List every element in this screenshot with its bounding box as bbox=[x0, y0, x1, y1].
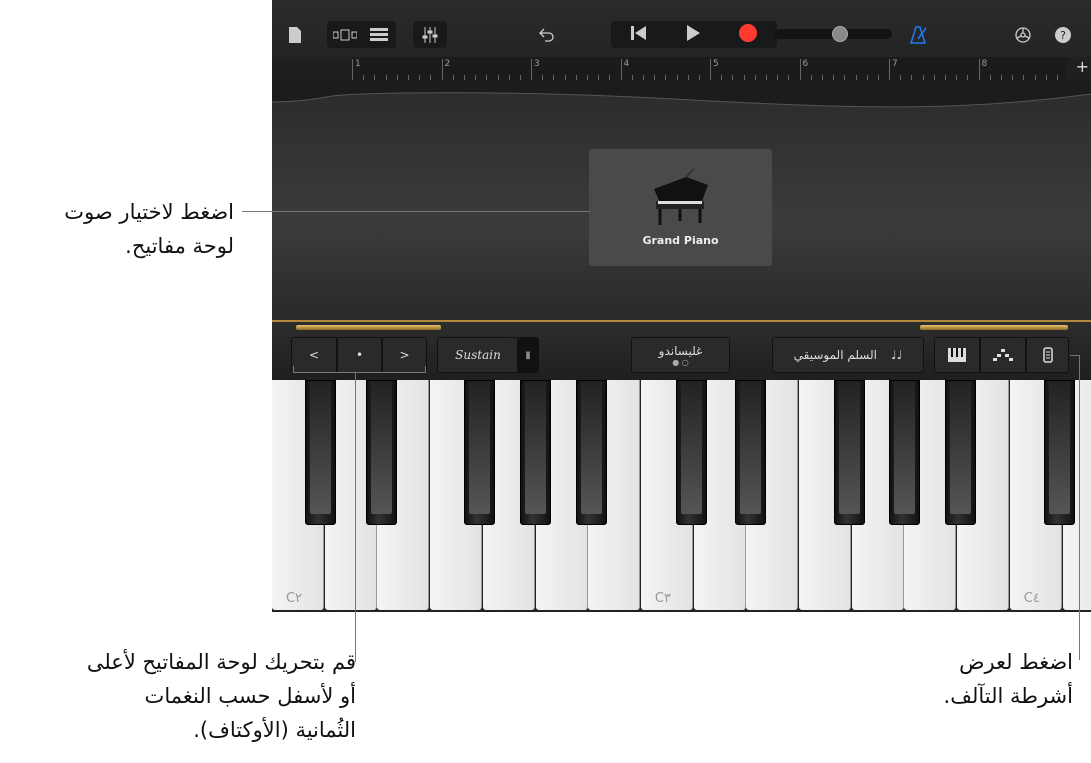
svg-text:?: ? bbox=[1060, 29, 1066, 42]
scale-label: السلم الموسيقي bbox=[793, 348, 877, 362]
black-key[interactable] bbox=[945, 380, 976, 525]
undo-icon[interactable] bbox=[534, 21, 560, 48]
ruler-bar-7: 7 bbox=[889, 59, 898, 80]
timeline-ruler[interactable]: 1 2 3 4 5 6 7 8 bbox=[352, 57, 1067, 80]
octave-up-button[interactable]: > bbox=[382, 337, 427, 373]
callout-bracket bbox=[293, 372, 426, 373]
chord-strips-icon[interactable] bbox=[1026, 337, 1069, 373]
glissando-label: غليساندو bbox=[658, 343, 703, 358]
ruler-bar-8: 8 bbox=[978, 59, 987, 80]
notes-icon: ♩♩ bbox=[891, 348, 903, 362]
sustain-lock-icon[interactable]: ▮ bbox=[517, 337, 539, 373]
volume-thumb[interactable] bbox=[832, 26, 848, 42]
settings-icon[interactable] bbox=[1012, 21, 1034, 48]
go-to-start-icon[interactable] bbox=[630, 25, 647, 45]
sustain-button[interactable]: Sustain bbox=[437, 337, 519, 373]
black-key[interactable] bbox=[676, 380, 707, 525]
instrument-selector[interactable]: Grand Piano bbox=[589, 149, 772, 266]
callout-move-octave: قم بتحريك لوحة المفاتيح لأعلى أو لأسفل حس… bbox=[86, 650, 356, 742]
callout-bracket-left bbox=[293, 366, 294, 373]
black-key[interactable] bbox=[1044, 380, 1075, 525]
black-key[interactable] bbox=[576, 380, 607, 525]
ruler-bar-2: 2 bbox=[441, 59, 450, 80]
callout-line bbox=[1079, 355, 1080, 660]
add-section-button[interactable]: + bbox=[1076, 57, 1089, 76]
ruler-bar-5: 5 bbox=[710, 59, 719, 80]
right-gold-strip bbox=[920, 325, 1068, 330]
keyboard-view-icon[interactable] bbox=[934, 337, 980, 373]
scale-button[interactable]: السلم الموسيقي ♩♩ bbox=[772, 337, 924, 373]
help-icon[interactable]: ? bbox=[1052, 21, 1074, 48]
octave-reset-button[interactable]: • bbox=[337, 337, 382, 373]
callout-chord-strips: اضغط لعرض أشرطة التآلف. bbox=[943, 650, 1073, 708]
play-icon[interactable] bbox=[686, 24, 700, 45]
ruler-bar-3: 3 bbox=[531, 59, 540, 80]
arpeggiator-icon[interactable] bbox=[980, 337, 1026, 373]
black-key[interactable] bbox=[520, 380, 551, 525]
instrument-name: Grand Piano bbox=[642, 234, 719, 247]
octave-down-button[interactable]: < bbox=[291, 337, 337, 373]
ruler-bar-4: 4 bbox=[620, 59, 629, 80]
metronome-icon[interactable] bbox=[908, 21, 930, 48]
piano-keyboard[interactable]: C٢ C٣ C٤ bbox=[272, 380, 1091, 612]
black-key[interactable] bbox=[889, 380, 920, 525]
black-key[interactable] bbox=[834, 380, 865, 525]
callout-bracket-right bbox=[425, 366, 426, 373]
black-key[interactable] bbox=[464, 380, 495, 525]
page-dots: ● ○ bbox=[672, 357, 689, 367]
left-gold-strip bbox=[296, 325, 441, 330]
key-label: C٣ bbox=[654, 591, 671, 606]
key-label: C٤ bbox=[1023, 591, 1040, 606]
mixer-icon[interactable] bbox=[413, 21, 447, 48]
black-key[interactable] bbox=[735, 380, 766, 525]
transport bbox=[611, 21, 777, 48]
browser-view-icon[interactable] bbox=[327, 21, 362, 48]
grand-piano-icon bbox=[653, 168, 708, 225]
black-key[interactable] bbox=[305, 380, 336, 525]
ruler-bar-1: 1 bbox=[352, 59, 361, 80]
glissando-button[interactable]: غليساندو ● ○ bbox=[631, 337, 730, 373]
garageband-keyboard: ? 1 2 3 4 5 6 7 8 + Grand Piano < • > Sustain ▮… bbox=[272, 0, 1091, 612]
callout-choose-sound: اضغط لاختيار صوت لوحة مفاتيح. bbox=[64, 200, 234, 258]
key-label: C٢ bbox=[286, 591, 303, 606]
tracks-view-icon[interactable] bbox=[362, 21, 396, 48]
ruler-bar-6: 6 bbox=[799, 59, 808, 80]
black-key[interactable] bbox=[366, 380, 397, 525]
callout-line bbox=[242, 211, 590, 212]
instrument-stage: Grand Piano bbox=[272, 80, 1091, 320]
master-volume-slider[interactable] bbox=[774, 26, 892, 42]
callout-line bbox=[355, 372, 356, 662]
record-icon[interactable] bbox=[739, 23, 758, 46]
toolbar: ? bbox=[272, 0, 1091, 57]
controls-bar: < • > Sustain ▮ غليساندو ● ○ السلم الموسي… bbox=[272, 320, 1091, 380]
document-icon[interactable] bbox=[284, 21, 306, 48]
